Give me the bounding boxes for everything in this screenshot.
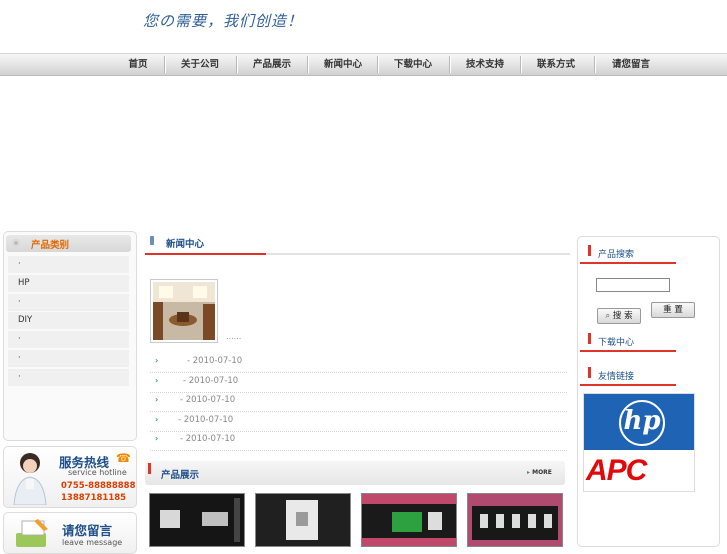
message-banner[interactable]: 请您留言 leave message (3, 512, 137, 554)
main-nav: 首页 关于公司 产品展示 新闻中心 下载中心 技术支持 联系方式 请您留言 (0, 53, 727, 76)
search-title-underline (580, 262, 676, 264)
nav-support[interactable]: 技术支持 (455, 54, 515, 75)
news-thumbnail-frame[interactable] (150, 279, 218, 343)
more-arrow-icon: ▸ (527, 469, 531, 476)
category-item[interactable]: · (8, 369, 129, 386)
news-row[interactable]: › - 2010-07-10 (150, 373, 567, 393)
news-date: - 2010-07-10 (183, 376, 239, 386)
news-date: - 2010-07-10 (187, 356, 243, 366)
news-divider-accent (145, 253, 266, 255)
category-item-diy[interactable]: DIY (8, 312, 129, 329)
links-title-underline (580, 384, 676, 386)
product-thumbnail[interactable] (255, 493, 351, 547)
search-button-label: 搜 索 (612, 311, 633, 321)
product-thumbnail[interactable] (149, 493, 245, 547)
product-thumbnail[interactable] (361, 493, 457, 547)
arrow-icon: › (155, 434, 159, 443)
search-marker (588, 245, 591, 256)
product-image (256, 494, 350, 546)
product-image (468, 494, 562, 546)
hp-logo[interactable]: hp (584, 394, 694, 450)
bullet-icon (12, 239, 20, 247)
hotline-subtitle: service hotline (68, 468, 127, 477)
news-row[interactable]: › - 2010-07-10 (150, 431, 567, 451)
links-title: 友情链接 (598, 372, 635, 382)
nav-divider (164, 56, 165, 73)
category-title: 产品类别 (31, 240, 70, 251)
arrow-icon: › (155, 415, 159, 424)
hp-logo-mark: hp (619, 400, 665, 446)
more-link[interactable]: ▸ MORE (527, 469, 552, 476)
news-bullet-icon (150, 236, 154, 245)
apc-logo[interactable]: APC (584, 451, 694, 491)
search-button[interactable]: ⌕ 搜 索 (597, 308, 641, 324)
nav-contact[interactable]: 联系方式 (526, 54, 586, 75)
download-title[interactable]: 下载中心 (598, 335, 634, 348)
product-image (150, 494, 244, 546)
hotline-phone-1: 0755-88888888 (61, 481, 136, 491)
nav-divider (520, 56, 521, 73)
category-item-hp[interactable]: HP (8, 275, 129, 292)
news-date: - 2010-07-10 (180, 395, 236, 405)
category-item[interactable]: · (8, 256, 129, 273)
news-ellipsis: ...... (226, 332, 242, 341)
apc-logo-mark: APC (586, 454, 647, 487)
reset-button[interactable]: 重 置 (651, 302, 695, 318)
products-section-title: 产品展示 (161, 470, 200, 481)
search-input[interactable] (596, 278, 670, 292)
products-marker (148, 463, 151, 474)
nav-downloads[interactable]: 下载中心 (383, 54, 443, 75)
reset-button-label: 重 置 (663, 305, 683, 315)
service-agent-icon (13, 453, 47, 505)
phone-icon: ☎ (116, 451, 131, 465)
nav-message[interactable]: 请您留言 (600, 54, 662, 75)
hotline-banner[interactable]: 服务热线 ☎ service hotline 0755-88888888 138… (3, 446, 137, 508)
nav-divider (236, 56, 237, 73)
news-date: - 2010-07-10 (178, 415, 234, 425)
arrow-icon: › (155, 376, 159, 385)
magnifier-icon: ⌕ (605, 311, 611, 321)
news-row[interactable]: › - 2010-07-10 (150, 412, 567, 432)
product-thumbnail[interactable] (467, 493, 563, 547)
products-header-bar (145, 461, 565, 485)
message-pencil-icon (16, 519, 48, 547)
nav-products[interactable]: 产品展示 (242, 54, 302, 75)
download-title-underline (580, 350, 676, 352)
partner-logos[interactable]: hp APC (583, 393, 695, 492)
arrow-icon: › (155, 395, 159, 404)
nav-home[interactable]: 首页 (118, 54, 158, 75)
news-row[interactable]: › - 2010-07-10 (150, 353, 567, 373)
message-title: 请您留言 (62, 523, 113, 538)
news-date: - 2010-07-10 (180, 434, 236, 444)
hotline-phone-2: 13887181185 (61, 493, 127, 503)
download-marker (588, 333, 591, 344)
news-row[interactable]: › - 2010-07-10 (150, 392, 567, 412)
links-marker (588, 367, 591, 378)
office-photo-image (153, 282, 215, 340)
more-label: MORE (532, 469, 552, 476)
nav-news[interactable]: 新闻中心 (313, 54, 373, 75)
nav-divider (594, 56, 595, 73)
category-item[interactable]: · (8, 331, 129, 348)
product-image (362, 494, 456, 546)
category-item[interactable]: · (8, 294, 129, 311)
nav-divider (449, 56, 450, 73)
site-slogan-logo: 您の需要，我们创造！ (143, 12, 304, 30)
arrow-icon: › (155, 356, 159, 365)
nav-divider (377, 56, 378, 73)
nav-about[interactable]: 关于公司 (170, 54, 230, 75)
category-item[interactable]: · (8, 350, 129, 367)
search-title: 产品搜索 (598, 250, 635, 260)
message-subtitle: leave message (62, 538, 123, 547)
news-section-title: 新闻中心 (166, 239, 205, 250)
nav-divider (307, 56, 308, 73)
